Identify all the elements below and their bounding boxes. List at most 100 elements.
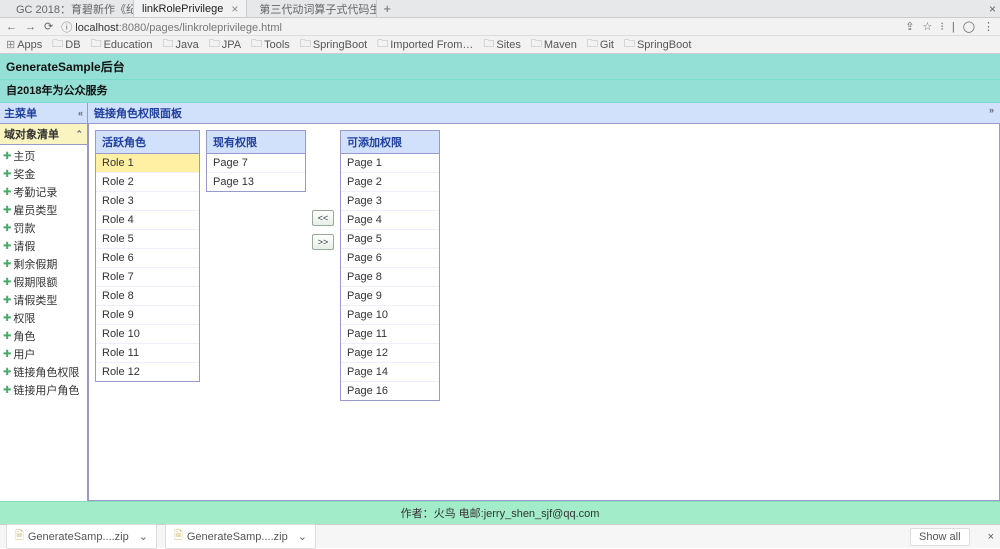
avail-priv-row[interactable]: Page 14 [341, 363, 439, 382]
sidebar-item-label: 雇员类型 [13, 202, 57, 218]
role-row[interactable]: Role 8 [96, 287, 199, 306]
chevron-down-icon[interactable]: ⌄ [139, 530, 148, 543]
show-all-button[interactable]: Show all [910, 528, 970, 546]
avail-priv-row[interactable]: Page 6 [341, 249, 439, 268]
sidebar-item[interactable]: ✚链接用户角色 [0, 381, 87, 399]
avail-priv-row[interactable]: Page 12 [341, 344, 439, 363]
url-field[interactable]: ⓘ localhost:8080/pages/linkroleprivilege… [61, 19, 897, 35]
star-icon[interactable]: ☆ [922, 20, 932, 33]
avail-priv-row[interactable]: Page 8 [341, 268, 439, 287]
role-row[interactable]: Role 7 [96, 268, 199, 287]
sidebar-item[interactable]: ✚请假 [0, 237, 87, 255]
role-row[interactable]: Role 12 [96, 363, 199, 381]
sidebar-item[interactable]: ✚考勤记录 [0, 183, 87, 201]
avail-priv-row[interactable]: Page 3 [341, 192, 439, 211]
browser-tabs: GC 2018：育碧新作《纪元× linkRolePrivilege × 第三代动… [0, 0, 1000, 18]
role-row[interactable]: Role 6 [96, 249, 199, 268]
collapse-icon[interactable]: ⌃ [75, 129, 83, 140]
chevron-down-icon[interactable]: ⌄ [298, 530, 307, 543]
bookmark-folder[interactable]: 🗀Education [91, 35, 153, 54]
sidebar-item[interactable]: ✚请假类型 [0, 291, 87, 309]
bullet-icon: ✚ [3, 187, 11, 198]
sidebar-item-label: 罚款 [13, 220, 35, 236]
sidebar-item[interactable]: ✚主页 [0, 147, 87, 165]
role-row[interactable]: Role 1 [96, 154, 199, 173]
download-item[interactable]: 🗎GenerateSamp....zip⌄ [6, 524, 157, 549]
bookmark-folder[interactable]: 🗀Sites [483, 35, 520, 54]
bookmark-folder[interactable]: 🗀JPA [209, 35, 241, 54]
folder-icon: 🗀 [251, 35, 262, 54]
role-row[interactable]: Role 3 [96, 192, 199, 211]
collapse-icon[interactable]: » [989, 105, 994, 121]
role-row[interactable]: Role 9 [96, 306, 199, 325]
sidebar-item[interactable]: ✚角色 [0, 327, 87, 345]
folder-icon: 🗀 [209, 35, 220, 54]
bookmark-folder[interactable]: 🗀Java [163, 35, 199, 54]
current-priv-row[interactable]: Page 13 [207, 173, 305, 191]
sidebar-item-label: 主页 [13, 148, 35, 164]
downloads-close-icon[interactable]: × [988, 531, 994, 543]
browser-tab[interactable]: GC 2018：育碧新作《纪元× [4, 0, 134, 17]
bullet-icon: ✚ [3, 295, 11, 306]
add-priv-button[interactable]: << [312, 210, 334, 226]
sidebar-item[interactable]: ✚剩余假期 [0, 255, 87, 273]
folder-icon: 🗀 [91, 35, 102, 54]
bullet-icon: ✚ [3, 223, 11, 234]
avail-priv-row[interactable]: Page 9 [341, 287, 439, 306]
bullet-icon: ✚ [3, 331, 11, 342]
avail-priv-row[interactable]: Page 11 [341, 325, 439, 344]
sidebar-item[interactable]: ✚雇员类型 [0, 201, 87, 219]
sidebar-item-label: 权限 [13, 310, 35, 326]
app-title: GenerateSample后台 [0, 54, 1000, 80]
role-row[interactable]: Role 10 [96, 325, 199, 344]
sidebar-item[interactable]: ✚用户 [0, 345, 87, 363]
browser-tab-active[interactable]: linkRolePrivilege × [134, 0, 247, 17]
sidebar-item[interactable]: ✚权限 [0, 309, 87, 327]
forward-button[interactable]: → [25, 21, 36, 33]
downloads-bar: 🗎GenerateSamp....zip⌄ 🗎GenerateSamp....z… [0, 524, 1000, 548]
bookmark-folder[interactable]: 🗀SpringBoot [624, 35, 691, 54]
sidebar-item[interactable]: ✚假期限额 [0, 273, 87, 291]
bookmark-folder[interactable]: 🗀Git [587, 35, 614, 54]
tab-label: linkRolePrivilege [142, 3, 223, 15]
role-row[interactable]: Role 4 [96, 211, 199, 230]
bullet-icon: ✚ [3, 385, 11, 396]
tab-close-icon[interactable]: × [231, 2, 238, 16]
bookmark-folder[interactable]: 🗀SpringBoot [300, 35, 367, 54]
bookmark-folder[interactable]: 🗀Imported From… [377, 35, 473, 54]
sidebar-item[interactable]: ✚奖金 [0, 165, 87, 183]
collapse-icon[interactable]: « [78, 108, 83, 118]
sidebar-domain-title: 域对象清单⌃ [0, 124, 87, 145]
avail-priv-row[interactable]: Page 2 [341, 173, 439, 192]
role-row[interactable]: Role 11 [96, 344, 199, 363]
bullet-icon: ✚ [3, 169, 11, 180]
new-tab-button[interactable]: + [377, 0, 397, 17]
sidebar-item-label: 请假 [13, 238, 35, 254]
role-row[interactable]: Role 2 [96, 173, 199, 192]
sidebar-item-label: 奖金 [13, 166, 35, 182]
remove-priv-button[interactable]: >> [312, 234, 334, 250]
bookmark-folder[interactable]: 🗀DB [52, 35, 80, 54]
sidebar-item[interactable]: ✚链接角色权限 [0, 363, 87, 381]
sidebar-item[interactable]: ✚罚款 [0, 219, 87, 237]
back-button[interactable]: ← [6, 21, 17, 33]
download-item[interactable]: 🗎GenerateSamp....zip⌄ [165, 524, 316, 549]
overflow-icon[interactable]: ⁝ [940, 20, 944, 33]
menu-icon[interactable]: ⋮ [983, 20, 994, 33]
avail-priv-row[interactable]: Page 5 [341, 230, 439, 249]
reload-button[interactable]: ⟳ [44, 20, 53, 33]
bookmark-folder[interactable]: 🗀Tools [251, 35, 290, 54]
avail-priv-row[interactable]: Page 1 [341, 154, 439, 173]
avail-priv-header: 可添加权限 [341, 131, 439, 154]
avail-priv-row[interactable]: Page 16 [341, 382, 439, 400]
translate-icon[interactable]: ⇪ [905, 20, 914, 33]
browser-tab[interactable]: 第三代动词算子式代码生…× [247, 0, 377, 17]
avail-priv-row[interactable]: Page 4 [341, 211, 439, 230]
avail-priv-row[interactable]: Page 10 [341, 306, 439, 325]
window-close-icon[interactable]: × [989, 2, 996, 16]
current-priv-row[interactable]: Page 7 [207, 154, 305, 173]
avatar-icon[interactable]: ◯ [963, 20, 975, 33]
role-row[interactable]: Role 5 [96, 230, 199, 249]
apps-button[interactable]: ⊞Apps [6, 38, 42, 51]
bookmark-folder[interactable]: 🗀Maven [531, 35, 577, 54]
